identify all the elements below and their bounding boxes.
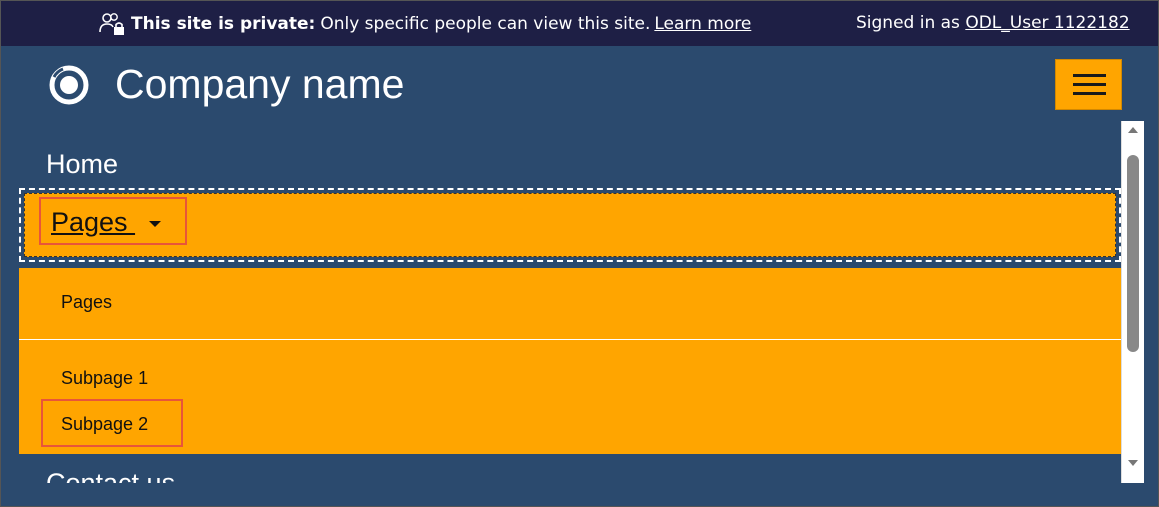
nav-item-home[interactable]: Home: [46, 149, 118, 180]
nav-item-contact[interactable]: Contact us: [46, 468, 175, 483]
pages-submenu: Pages Subpage 1 Subpage 2: [19, 268, 1121, 454]
submenu-divider: [19, 339, 1121, 340]
user-name-link[interactable]: ODL_User 1122182: [965, 13, 1129, 33]
private-notice-text: Only specific people can view this site.: [320, 14, 651, 34]
private-notice-title: This site is private:: [131, 14, 316, 34]
submenu-item-subpage-1[interactable]: Subpage 1: [61, 368, 148, 389]
vertical-scrollbar[interactable]: [1121, 121, 1144, 483]
nav-item-pages-row[interactable]: Pages: [19, 188, 1121, 262]
learn-more-link[interactable]: Learn more: [654, 14, 751, 34]
scroll-down-arrow-icon[interactable]: [1128, 460, 1138, 466]
hamburger-icon: [1073, 74, 1106, 77]
signed-in-info: Signed in as ODL_User 1122182: [856, 13, 1130, 33]
browser-frame: This site is private: Only specific peop…: [0, 0, 1159, 507]
private-notice: This site is private: Only specific peop…: [99, 12, 751, 36]
hamburger-icon: [1073, 83, 1106, 86]
scroll-up-arrow-icon[interactable]: [1128, 127, 1138, 133]
hamburger-icon: [1073, 92, 1106, 95]
submenu-item-subpage-2[interactable]: Subpage 2: [61, 414, 148, 435]
nav-item-pages[interactable]: Pages: [39, 197, 187, 245]
signed-in-label: Signed in as: [856, 13, 960, 33]
menu-toggle-button[interactable]: [1055, 59, 1122, 110]
private-site-banner: This site is private: Only specific peop…: [1, 1, 1158, 46]
nav-item-pages-focus: Pages: [24, 193, 1116, 257]
people-lock-icon: [99, 13, 124, 35]
company-name[interactable]: Company name: [115, 61, 404, 108]
caret-down-icon: [149, 221, 161, 227]
ring-logo-icon: [49, 65, 89, 105]
submenu-item-pages[interactable]: Pages: [61, 292, 112, 313]
scroll-thumb[interactable]: [1127, 155, 1139, 352]
nav-item-pages-label: Pages: [51, 207, 136, 237]
nav-menu-panel: Home Pages Pages Subpage 1 Subpage 2 Con…: [19, 121, 1143, 483]
